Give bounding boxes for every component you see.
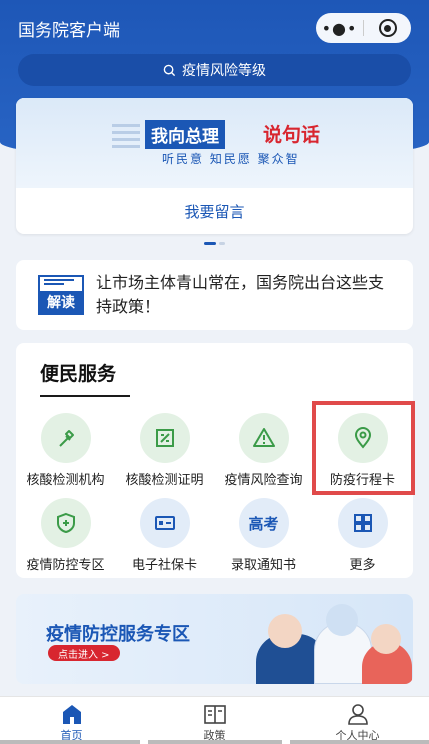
news-headline: 让市场主体青山常在，国务院出台这些支持政策！ [96,273,385,316]
gaokao-icon-text: 高考 [248,514,279,533]
carousel-indicator [204,242,225,245]
person-head [268,614,302,648]
tab-indicator [0,740,140,744]
service-nucleic-test-proof[interactable]: 核酸检测证明 [115,413,214,488]
services-title: 便民服务 [40,363,117,385]
grid-icon [337,498,388,548]
woman-head [371,624,401,654]
interpretation-badge: 解读 [38,275,84,315]
search-bar[interactable]: 疫情风险等级 [18,54,411,86]
service-epidemic-zone[interactable]: 疫情防控专区 [16,498,115,573]
shield-plus-icon [40,498,91,548]
page-dot-active [204,242,216,245]
close-program-button[interactable] [364,13,411,43]
service-label: 电子社保卡 [131,558,197,573]
service-risk-query[interactable]: 疫情风险查询 [214,413,313,488]
service-admission-letter[interactable]: 高考 录取通知书 [214,498,313,573]
gaokao-icon: 高考 [238,498,289,548]
banner-tag: 我向总理 [145,120,225,149]
epidemic-service-banner[interactable]: 疫情防控服务专区 点击进入 > [16,594,413,684]
feedback-banner[interactable]: 我向总理 说句话 听民意 知民愿 聚众智 我要留言 [16,98,413,234]
tab-indicator [148,740,282,744]
search-placeholder: 疫情风险等级 [182,63,266,79]
service-label: 核酸检测证明 [125,473,204,488]
banner-image: 我向总理 说句话 听民意 知民愿 聚众智 [16,98,413,188]
services-panel: 便民服务 核酸检测机构 核酸检测证明 疫情风险查询 防疫行程卡 疫情防控专区 电… [16,343,415,578]
user-icon [347,704,368,725]
banner-highlight: 说句话 [263,124,321,146]
doctor-head [326,604,358,636]
book-icon [203,705,226,724]
leave-message-button[interactable]: 我要留言 [16,188,413,234]
banner-decoration [112,124,140,152]
certificate-icon [139,413,190,463]
warning-icon [238,413,289,463]
dropper-icon [40,413,91,463]
enter-button[interactable]: 点击进入 > [48,645,120,661]
location-pin-icon [337,413,388,463]
services-underline [40,395,130,397]
service-label: 疫情风险查询 [224,473,303,488]
target-icon [378,19,397,37]
service-nucleic-test-sites[interactable]: 核酸检测机构 [16,413,115,488]
id-card-icon [139,498,190,548]
banner-subtitle: 听民意 知民愿 聚众智 [162,152,300,166]
mini-program-capsule: •●• [316,13,411,43]
service-label: 疫情防控专区 [26,558,105,573]
more-dots-icon: •●• [321,18,358,38]
home-icon [62,705,81,724]
tab-home[interactable]: 首页 [0,697,143,744]
service-label: 录取通知书 [230,558,296,573]
service-label: 更多 [349,558,376,573]
more-menu-button[interactable]: •●• [316,13,363,43]
tab-policy[interactable]: 政策 [143,697,286,744]
service-travel-card[interactable]: 防疫行程卡 [313,413,412,488]
tab-profile[interactable]: 个人中心 [286,697,429,744]
tab-indicator [290,740,429,744]
service-label: 核酸检测机构 [26,473,105,488]
service-label: 防疫行程卡 [329,473,395,488]
promo-title: 疫情防控服务专区 [46,624,190,645]
search-icon [163,64,176,76]
news-card[interactable]: 解读 让市场主体青山常在，国务院出台这些支持政策！ [16,260,413,330]
service-more[interactable]: 更多 [313,498,412,573]
bottom-tab-bar: 首页 政策 个人中心 [0,696,429,744]
service-social-security[interactable]: 电子社保卡 [115,498,214,573]
app-title: 国务院客户端 [18,21,120,41]
badge-label: 解读 [40,291,82,313]
page-dot [219,242,225,245]
